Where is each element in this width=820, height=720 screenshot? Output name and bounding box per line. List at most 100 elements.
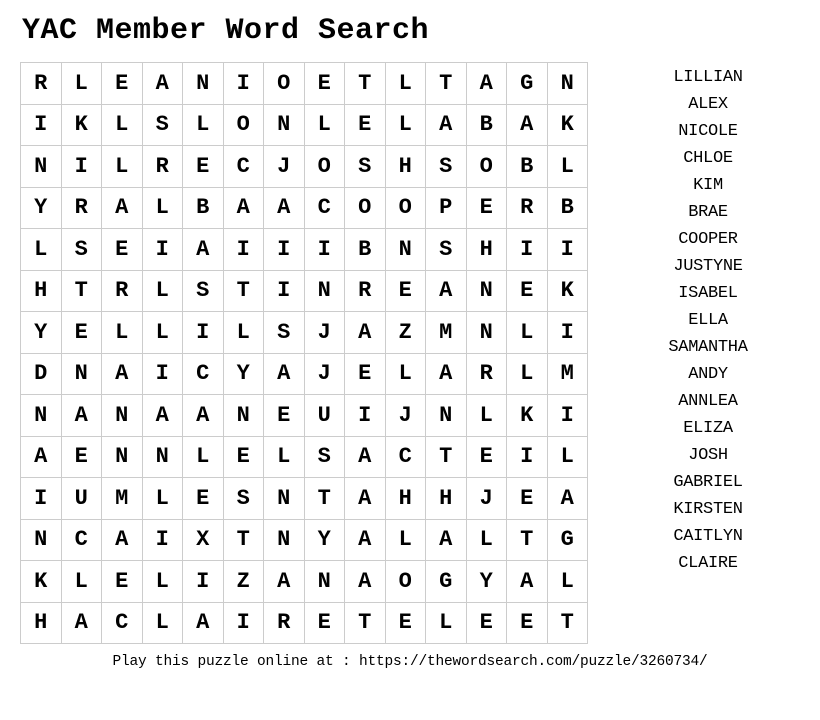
grid-cell: I [223, 602, 264, 644]
grid-cell: T [345, 602, 386, 644]
grid-cell: L [102, 312, 143, 354]
grid-cell: L [547, 561, 588, 603]
grid-cell: T [426, 436, 467, 478]
grid-cell: E [102, 561, 143, 603]
grid-cell: P [426, 187, 467, 229]
grid-cell: A [21, 436, 62, 478]
grid-cell: S [345, 146, 386, 188]
grid-cell: J [304, 312, 345, 354]
grid-cell: M [426, 312, 467, 354]
grid-cell: E [385, 270, 426, 312]
word-list-item: ANDY [628, 361, 788, 388]
grid-cell: R [61, 187, 102, 229]
word-list-item: CAITLYN [628, 523, 788, 550]
grid-cell: N [466, 270, 507, 312]
grid-cell: E [183, 146, 224, 188]
word-list-item: ALEX [628, 91, 788, 118]
grid-row: KLELIZANAOGYAL [21, 561, 588, 603]
grid-cell: I [142, 519, 183, 561]
grid-row: LSEIAIIIBNSHII [21, 229, 588, 271]
grid-cell: N [304, 270, 345, 312]
grid-cell: E [345, 353, 386, 395]
grid-cell: G [507, 63, 548, 105]
grid-cell: B [466, 104, 507, 146]
grid-cell: L [426, 602, 467, 644]
grid-cell: A [142, 63, 183, 105]
grid-cell: N [385, 229, 426, 271]
grid-cell: I [507, 229, 548, 271]
grid-cell: S [183, 270, 224, 312]
grid-cell: E [466, 187, 507, 229]
grid-cell: J [385, 395, 426, 437]
grid-cell: I [547, 395, 588, 437]
grid-cell: I [304, 229, 345, 271]
grid-cell: L [385, 104, 426, 146]
grid-cell: A [264, 353, 305, 395]
grid-cell: A [426, 270, 467, 312]
grid-cell: L [264, 436, 305, 478]
grid-cell: L [21, 229, 62, 271]
grid-cell: E [466, 602, 507, 644]
grid-row: NILRECJOSHSOBL [21, 146, 588, 188]
word-list-item: ELIZA [628, 415, 788, 442]
word-list-item: LILLIAN [628, 64, 788, 91]
grid-cell: K [547, 270, 588, 312]
grid-cell: L [61, 63, 102, 105]
grid-cell: H [426, 478, 467, 520]
grid-cell: G [426, 561, 467, 603]
grid-cell: L [183, 436, 224, 478]
grid-cell: I [223, 229, 264, 271]
grid-cell: C [102, 602, 143, 644]
grid-cell: S [304, 436, 345, 478]
word-list-item: KIM [628, 172, 788, 199]
grid-cell: A [345, 519, 386, 561]
grid-row: AENNLELSACTEIL [21, 436, 588, 478]
grid-cell: T [507, 519, 548, 561]
word-list-item: NICOLE [628, 118, 788, 145]
grid-cell: G [547, 519, 588, 561]
grid-cell: N [264, 104, 305, 146]
grid-cell: N [21, 519, 62, 561]
grid-cell: I [547, 229, 588, 271]
grid-cell: E [304, 63, 345, 105]
grid-cell: R [102, 270, 143, 312]
grid-cell: N [142, 436, 183, 478]
grid-cell: M [102, 478, 143, 520]
word-list-item: KIRSTEN [628, 496, 788, 523]
grid-cell: B [507, 146, 548, 188]
word-list-item: ISABEL [628, 280, 788, 307]
grid-cell: J [466, 478, 507, 520]
grid-cell: E [304, 602, 345, 644]
grid-cell: E [507, 270, 548, 312]
grid-cell: L [223, 312, 264, 354]
grid-cell: A [61, 602, 102, 644]
grid-row: NANAANEUIJNLKI [21, 395, 588, 437]
grid-cell: N [61, 353, 102, 395]
grid-cell: R [345, 270, 386, 312]
grid-cell: E [61, 436, 102, 478]
grid-cell: I [264, 229, 305, 271]
grid-cell: T [345, 63, 386, 105]
grid-cell: A [183, 602, 224, 644]
grid-cell: H [21, 602, 62, 644]
grid-cell: I [142, 229, 183, 271]
word-list-item: COOPER [628, 226, 788, 253]
grid-cell: L [507, 353, 548, 395]
grid-cell: O [264, 63, 305, 105]
grid-cell: L [142, 312, 183, 354]
grid-cell: L [547, 146, 588, 188]
word-list-item: ELLA [628, 307, 788, 334]
grid-cell: S [426, 146, 467, 188]
word-list-item: JUSTYNE [628, 253, 788, 280]
grid-cell: L [183, 104, 224, 146]
grid-cell: L [466, 519, 507, 561]
grid-cell: O [385, 187, 426, 229]
word-list-item: ANNLEA [628, 388, 788, 415]
grid-cell: L [61, 561, 102, 603]
grid-cell: H [466, 229, 507, 271]
grid-cell: C [385, 436, 426, 478]
grid-cell: L [507, 312, 548, 354]
page-title: YAC Member Word Search [22, 14, 800, 48]
grid-cell: R [466, 353, 507, 395]
grid-cell: C [223, 146, 264, 188]
